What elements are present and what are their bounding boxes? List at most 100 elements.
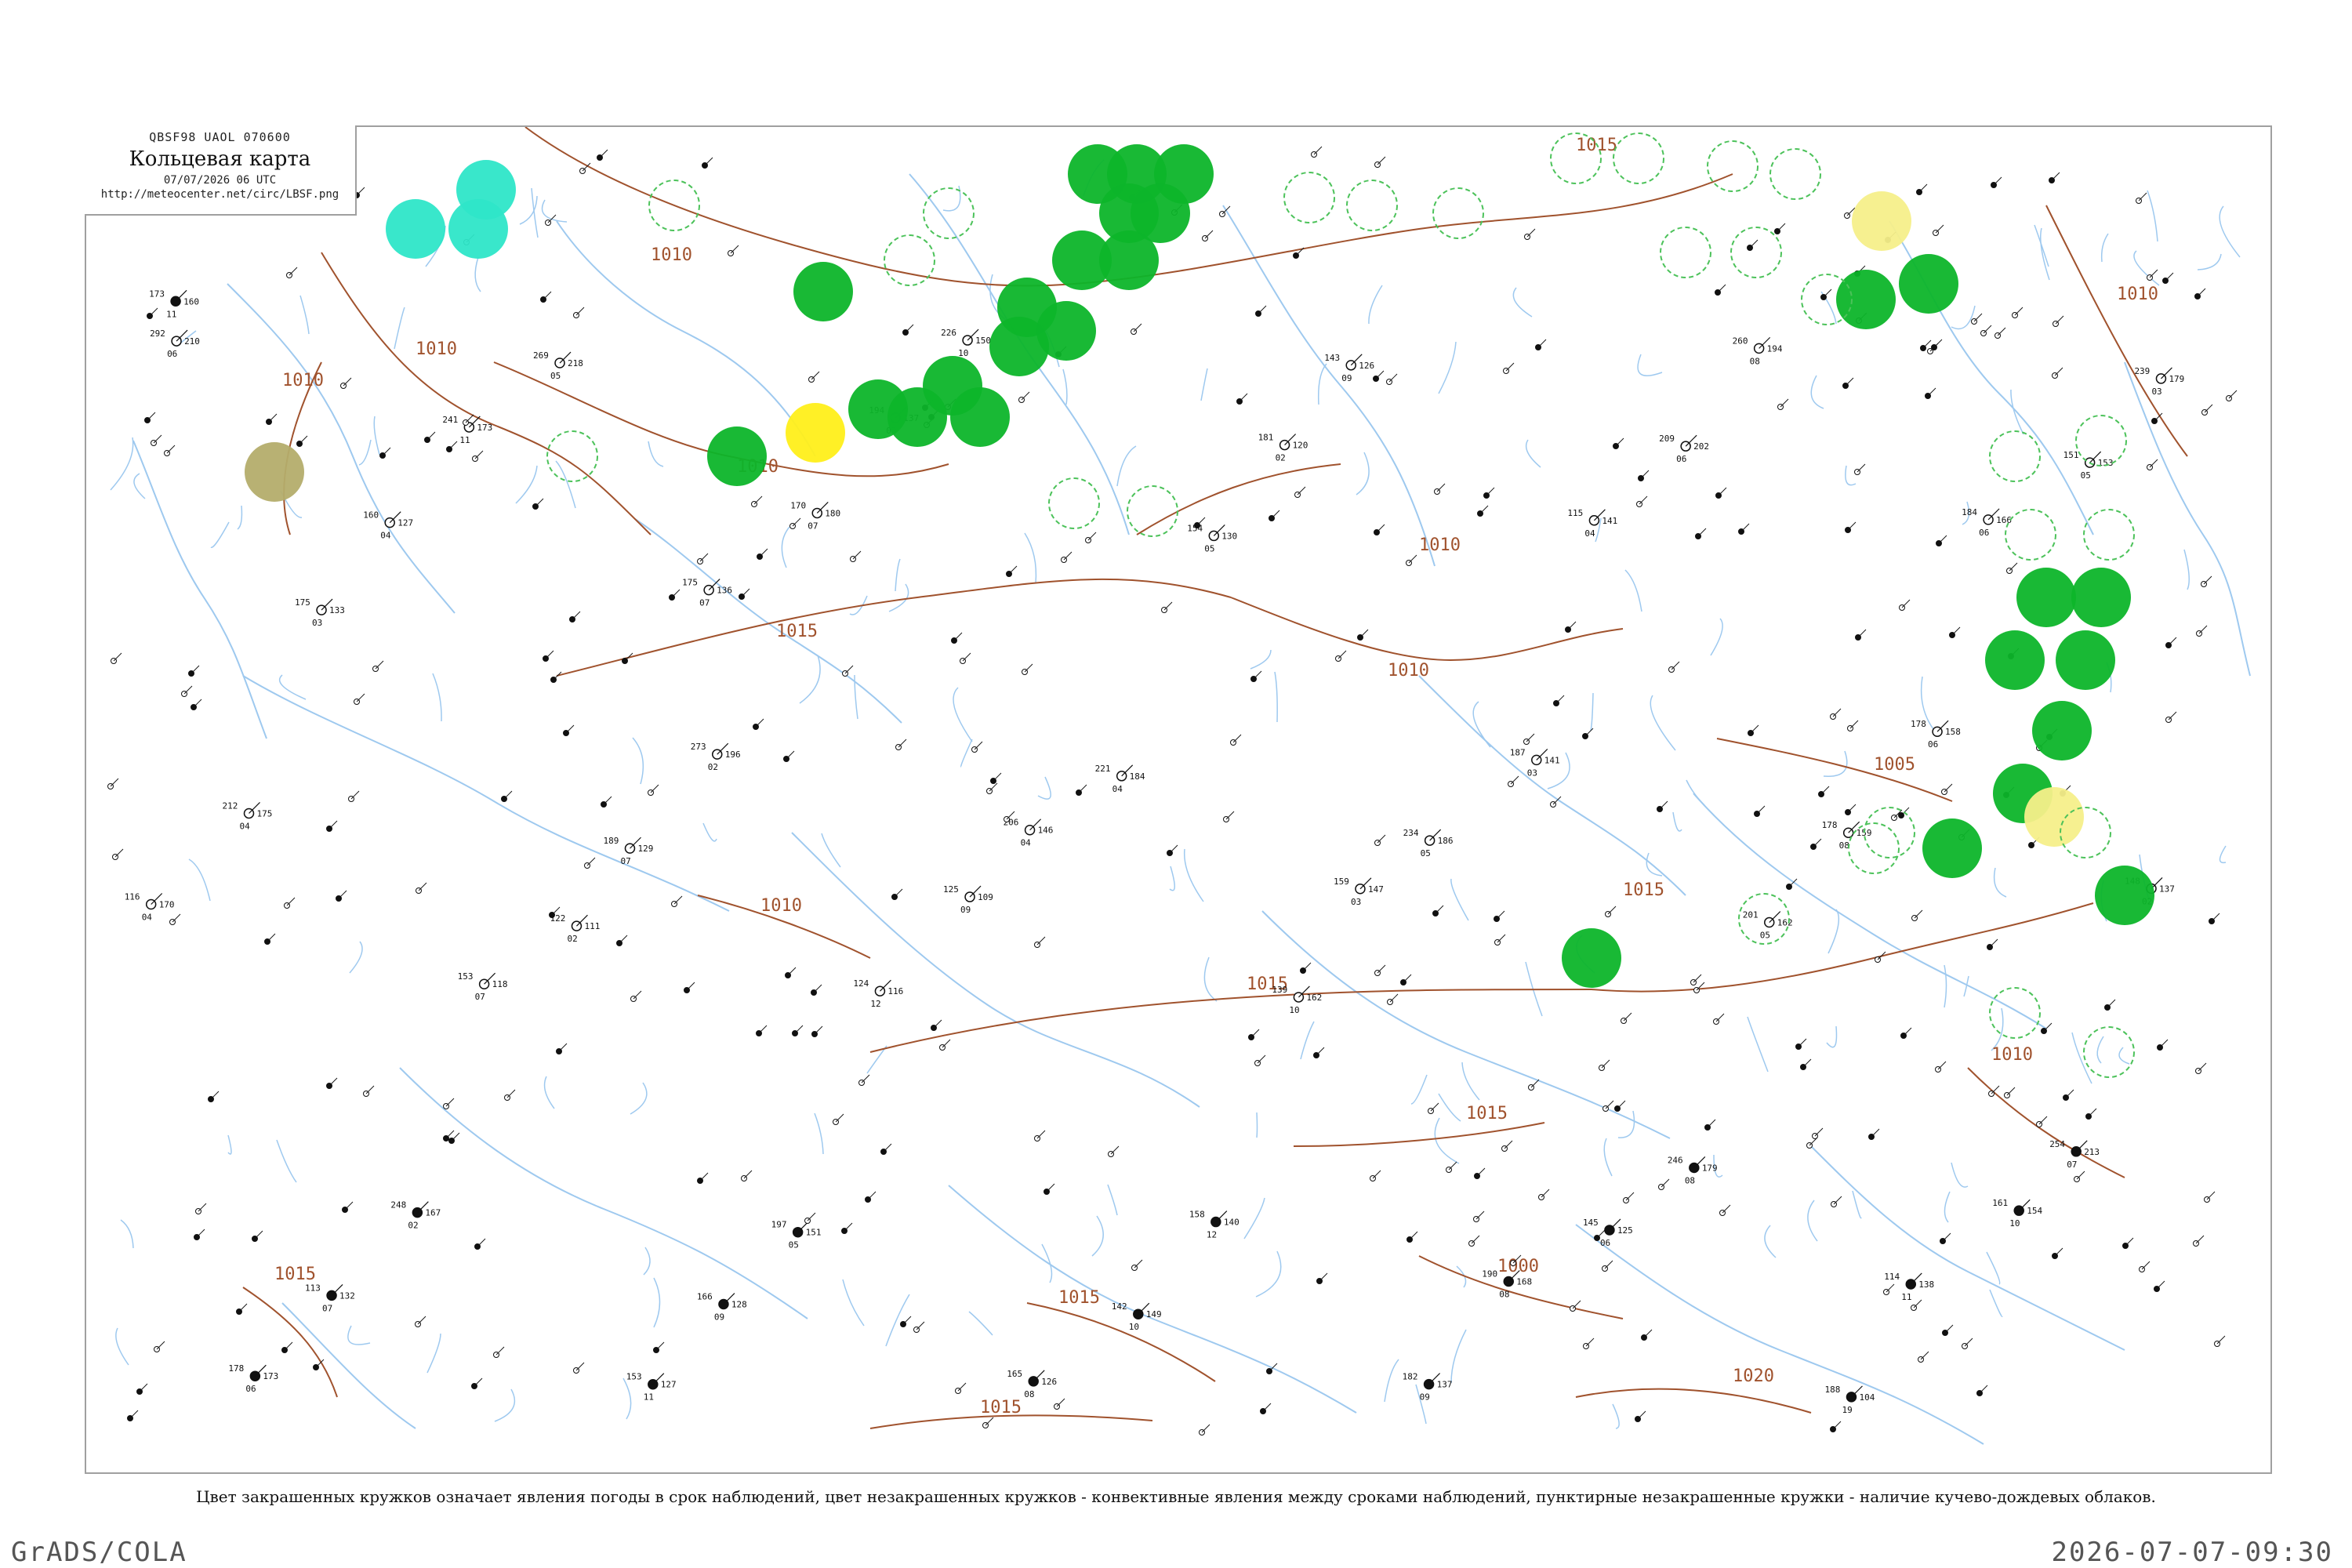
cb-cloud-ring <box>2005 509 2056 561</box>
map-url[interactable]: http://meteocenter.net/circ/LBSF.png <box>85 188 355 201</box>
station-plot: 188 104 19 <box>1824 1385 1875 1415</box>
station-plot: 113 132 07 <box>305 1283 355 1313</box>
station-temperature: 158 <box>1189 1210 1205 1220</box>
wind-barb <box>1475 1210 1485 1220</box>
station-pressure: 167 <box>425 1208 441 1218</box>
map-frame[interactable]: 1010101510101015101010101015101510151015… <box>85 125 2272 1474</box>
station-plot: 170 180 07 <box>790 500 840 531</box>
station-temperature: 273 <box>691 742 706 752</box>
stream-4 <box>2071 1032 2092 1084</box>
wind-barb <box>1964 1338 1973 1347</box>
wind-barb <box>356 187 365 196</box>
station-pressure: 149 <box>1146 1309 1162 1319</box>
isobar-label: 1010 <box>760 896 802 916</box>
wind-barb <box>753 495 763 505</box>
station-plot: 15413005 <box>1187 523 1237 554</box>
cb-cloud-ring <box>1730 227 1782 278</box>
station-temperature: 151 <box>2063 450 2079 460</box>
wind-barb <box>1056 1398 1065 1407</box>
station-plot: 273 196 02 <box>691 742 741 772</box>
station-plot: 160 127 04 <box>363 510 413 541</box>
wind-barb <box>147 412 156 421</box>
station-plot: 189 129 07 <box>603 836 653 866</box>
wind-barb <box>883 1143 892 1152</box>
isobar-15 <box>1716 738 1953 802</box>
stream-102 <box>1091 1215 1104 1257</box>
station-plot: 153 127 11 <box>626 1372 677 1403</box>
station-temperature: 189 <box>603 836 619 846</box>
wind-barb <box>1476 1167 1486 1177</box>
wind-barb <box>1938 535 1947 544</box>
wind-barb <box>1623 1012 1632 1022</box>
station-pressure: 140 <box>1224 1218 1240 1228</box>
wind-barb <box>1997 327 2006 336</box>
station-pressure: 179 <box>1702 1163 1718 1173</box>
wind-barb <box>1087 532 1097 541</box>
station-temperature: 221 <box>1095 764 1111 774</box>
stream-5 <box>888 583 909 612</box>
wind-barb <box>2149 269 2158 278</box>
station-temperature: 184 <box>1962 507 1977 517</box>
wind-barb <box>328 820 338 829</box>
wind-barb <box>1377 156 1386 165</box>
wind-barb <box>894 888 903 898</box>
stream-76 <box>1852 1190 1862 1219</box>
station-plot: 175 136 07 <box>682 578 732 608</box>
station-pressure: 138 <box>1918 1279 1934 1290</box>
wind-barb <box>794 1025 804 1034</box>
wind-barb <box>1596 1229 1606 1239</box>
wind-barb <box>1849 720 1859 729</box>
station-code: 11 <box>644 1392 654 1403</box>
stream-13 <box>799 655 821 704</box>
stream-61 <box>1951 1162 1969 1188</box>
wind-barb <box>1820 786 1830 795</box>
station-code: 09 <box>1341 373 1352 383</box>
station-plot: 173 160 11 <box>149 289 199 319</box>
wind-barb <box>1359 629 1369 638</box>
stream-105 <box>1434 1117 1460 1164</box>
station-temperature: 226 <box>941 328 956 338</box>
stream-11 <box>1944 964 1947 1008</box>
wind-barb <box>787 967 797 976</box>
wind-barb <box>867 1191 877 1200</box>
stream-129 <box>1807 1200 1818 1242</box>
cb-cloud-ring <box>1989 430 2041 482</box>
stream-128 <box>895 558 901 592</box>
isobar-label: 1015 <box>274 1265 316 1284</box>
wind-barb <box>2051 172 2060 181</box>
stream-2 <box>1845 465 1857 486</box>
stream-41 <box>2197 253 2222 270</box>
wind-barb <box>1707 1119 1716 1128</box>
station-code: 08 <box>1750 356 1760 366</box>
wind-barb <box>2006 1087 2016 1096</box>
stream-71 <box>120 1219 134 1249</box>
wind-barb <box>844 1222 853 1232</box>
isobar-7 <box>1591 902 2094 993</box>
station-code: 03 <box>1351 897 1361 907</box>
wind-barb <box>1372 1170 1381 1179</box>
station-pressure: 127 <box>397 518 413 528</box>
station-code: 11 <box>459 435 470 445</box>
stream-46 <box>1037 776 1051 800</box>
wind-barb <box>1338 650 1347 659</box>
wind-barb <box>1643 1329 1653 1338</box>
footer-timestamp: 2026-07-07-09:30 <box>2051 1537 2333 1568</box>
station-plot: 184 166 06 <box>1962 507 2012 538</box>
isobar-13 <box>1136 463 1341 535</box>
station-temperature: 212 <box>223 800 238 811</box>
stream-10 <box>821 833 841 868</box>
station-pressure: 173 <box>477 423 492 433</box>
wind-barb <box>655 1341 665 1351</box>
stream-43 <box>1041 1243 1053 1283</box>
station-pressure: 126 <box>1041 1377 1057 1387</box>
stream-131 <box>494 1388 516 1422</box>
wind-barb <box>2228 390 2238 399</box>
wind-barb <box>1813 838 1822 848</box>
weather-map[interactable]: 1010101510101015101010101015101510151015… <box>86 127 2270 1472</box>
stream-16 <box>1989 1289 2003 1317</box>
station-plot: 246 179 08 <box>1668 1155 1718 1185</box>
wind-barb <box>1316 1047 1325 1056</box>
stream-104 <box>1525 439 1541 468</box>
station-pressure: 158 <box>1945 727 1961 737</box>
station-code: 04 <box>1112 784 1123 794</box>
